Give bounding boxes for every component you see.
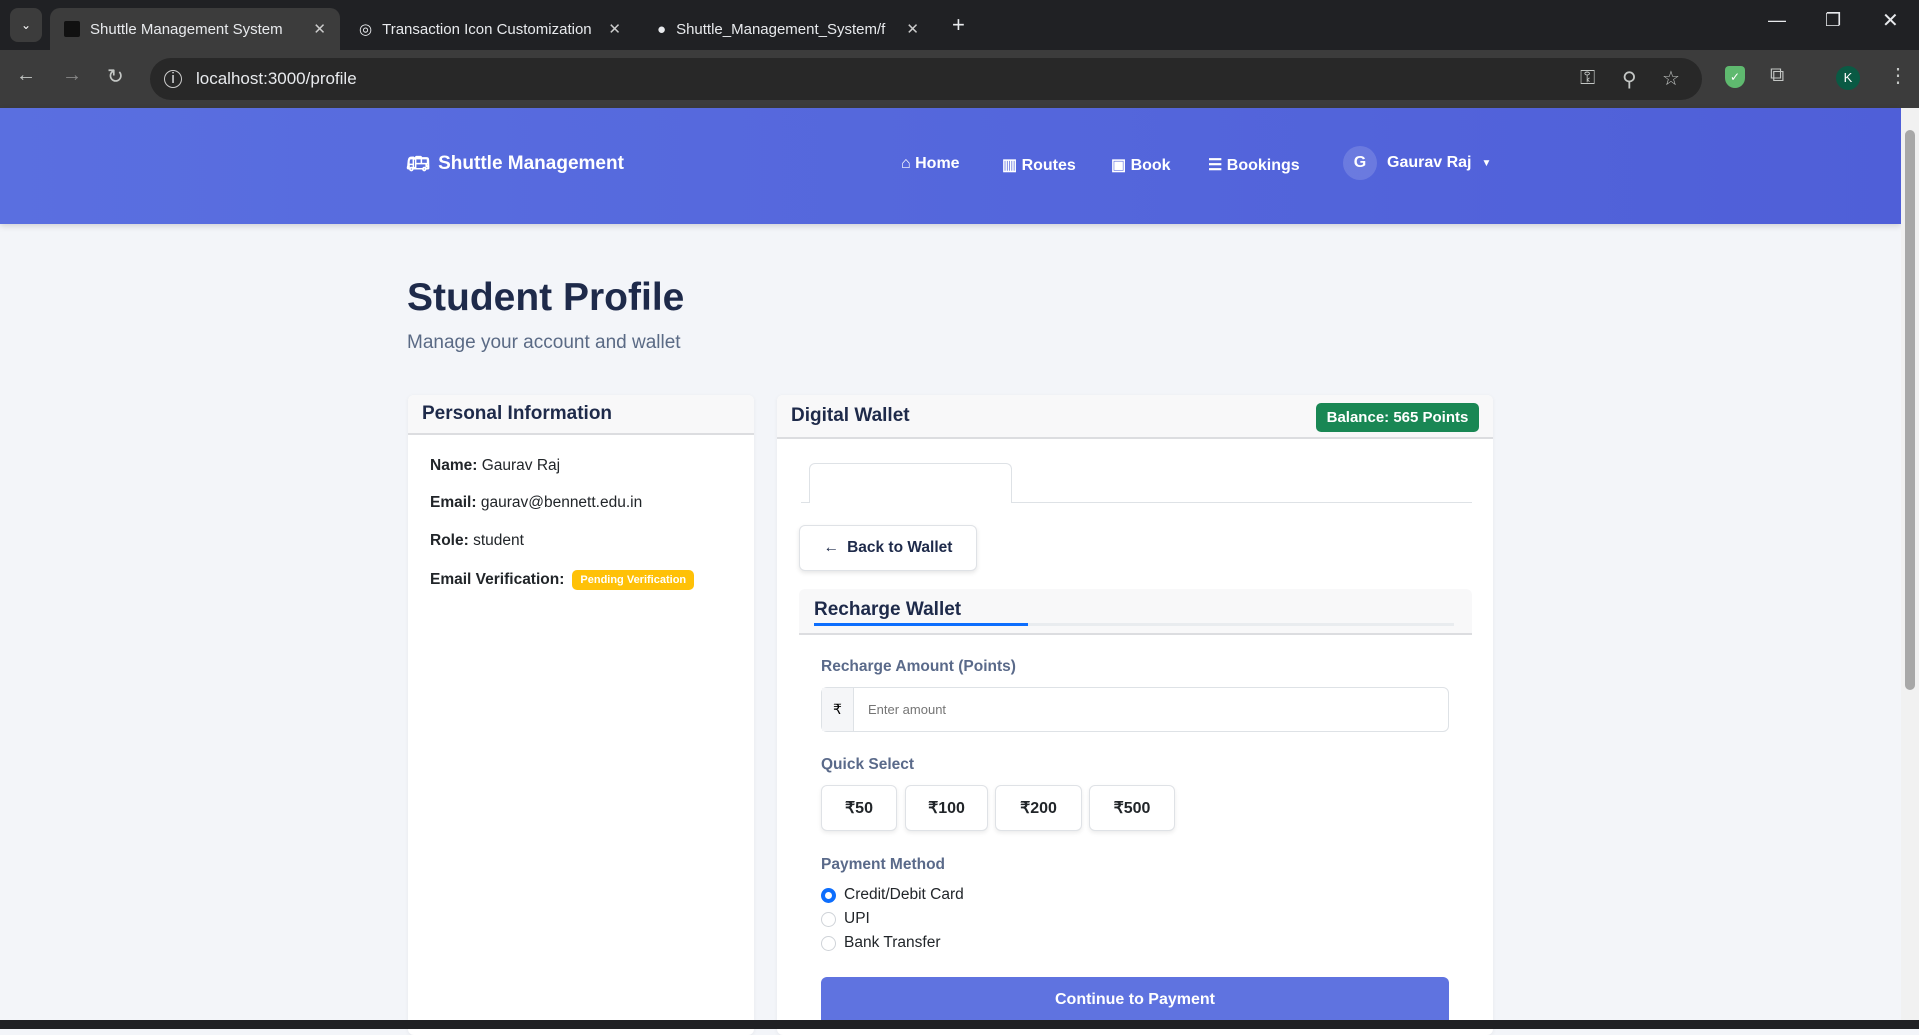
zoom-icon[interactable]: ⚲ [1622,67,1637,92]
balance-badge: Balance: 565 Points [1316,403,1479,432]
info-icon: i [164,70,182,88]
radio-bank-transfer[interactable]: Bank Transfer [821,934,941,952]
scrollbar[interactable] [1901,108,1919,1020]
bookmark-star-icon[interactable]: ☆ [1662,66,1680,91]
verification-field: Email Verification: Pending Verification [430,570,695,590]
close-icon[interactable]: ✕ [608,20,621,38]
page-title: Student Profile [407,276,685,319]
browser-toolbar: ← → ↻ i localhost:3000/profile ⚿ ⚲ ☆ ✓ ⧉ … [0,50,1919,108]
currency-prefix: ₹ [822,688,854,731]
tab-search-button[interactable]: ⌄ [10,8,42,42]
amount-input-group: ₹ [821,687,1449,732]
email-field: Email: gaurav@bennett.edu.in [430,494,643,511]
restore-button[interactable]: ❐ [1825,10,1841,31]
personal-info-title: Personal Information [408,395,754,435]
calendar-plus-icon: ▣ [1111,157,1127,174]
wallet-header: Digital Wallet Balance: 565 Points [777,395,1493,439]
quick-50-button[interactable]: ₹50 [821,785,897,831]
payment-method-label: Payment Method [821,856,946,873]
close-icon[interactable]: ✕ [313,20,326,38]
window-close-button[interactable]: ✕ [1882,8,1899,33]
favicon-icon [64,21,80,37]
arrow-left-icon: ← [823,539,840,556]
password-key-icon[interactable]: ⚿ [1580,67,1595,90]
tab-github[interactable]: ● Shuttle_Management_System/fr ✕ [643,8,933,50]
wallet-tab-active[interactable] [809,463,1012,503]
back-to-wallet-button[interactable]: ← Back to Wallet [799,525,977,571]
scrollbar-thumb[interactable] [1905,130,1915,690]
quick-500-button[interactable]: ₹500 [1089,785,1175,831]
bus-icon: 🚌︎ [406,154,431,175]
quick-200-button[interactable]: ₹200 [995,785,1082,831]
user-dropdown[interactable]: G Gaurav Raj ▼ [1343,146,1491,180]
close-icon[interactable]: ✕ [906,20,919,38]
recharge-tab-indicator [814,623,1028,626]
radio-upi[interactable]: UPI [821,910,870,928]
user-avatar: G [1343,146,1377,180]
map-icon: ▥ [1002,157,1018,174]
home-icon: ⌂ [901,155,911,172]
quick-100-button[interactable]: ₹100 [905,785,988,831]
forward-icon[interactable]: → [62,64,82,87]
name-field: Name: Gaurav Raj [430,457,561,474]
nav-bookings[interactable]: ☰ Bookings [1208,155,1300,175]
taskbar-edge [0,1020,1919,1029]
personal-info-card: Personal Information Name: Gaurav Raj Em… [408,395,754,1035]
recharge-title: Recharge Wallet [814,599,962,620]
amount-label: Recharge Amount (Points) [821,658,1016,675]
reload-icon[interactable]: ↻ [107,64,124,89]
tab-transaction[interactable]: ◎ Transaction Icon Customization ✕ [345,8,635,50]
browser-tab-bar: ⌄ Shuttle Management System ✕ ◎ Transactio… [0,0,1919,50]
profile-avatar[interactable]: K [1836,66,1860,90]
nav-home[interactable]: ⌂ Home [901,155,960,173]
adguard-extension-icon[interactable]: ✓ [1725,66,1745,88]
list-icon: ☰ [1208,157,1223,174]
menu-kebab-icon[interactable]: ⋮ [1888,63,1908,88]
minimize-button[interactable]: — [1768,10,1786,31]
back-icon[interactable]: ← [16,64,36,87]
wallet-title: Digital Wallet [791,405,910,426]
caret-down-icon: ▼ [1481,157,1492,169]
role-field: Role: student [430,532,524,549]
quick-select-label: Quick Select [821,756,915,773]
tab-shuttle[interactable]: Shuttle Management System ✕ [50,8,340,50]
extensions-puzzle-icon[interactable]: ⧉ [1770,64,1784,87]
recharge-header: Recharge Wallet [799,589,1472,635]
page-subtitle: Manage your account and wallet [407,332,681,353]
chatgpt-icon: ◎ [359,21,373,38]
radio-card[interactable]: Credit/Debit Card [821,886,964,904]
nav-book[interactable]: ▣ Book [1111,155,1171,175]
brand-link[interactable]: 🚌︎ Shuttle Management [406,152,624,176]
new-tab-button[interactable]: + [952,12,965,38]
nav-routes[interactable]: ▥ Routes [1002,155,1076,175]
amount-input[interactable] [854,688,1448,731]
github-icon: ● [657,20,667,38]
address-bar[interactable]: i localhost:3000/profile ⚿ ⚲ ☆ [150,58,1702,100]
status-badge: Pending Verification [572,570,695,590]
navbar: 🚌︎ Shuttle Management ⌂ Home ▥ Routes ▣ B… [0,108,1901,224]
